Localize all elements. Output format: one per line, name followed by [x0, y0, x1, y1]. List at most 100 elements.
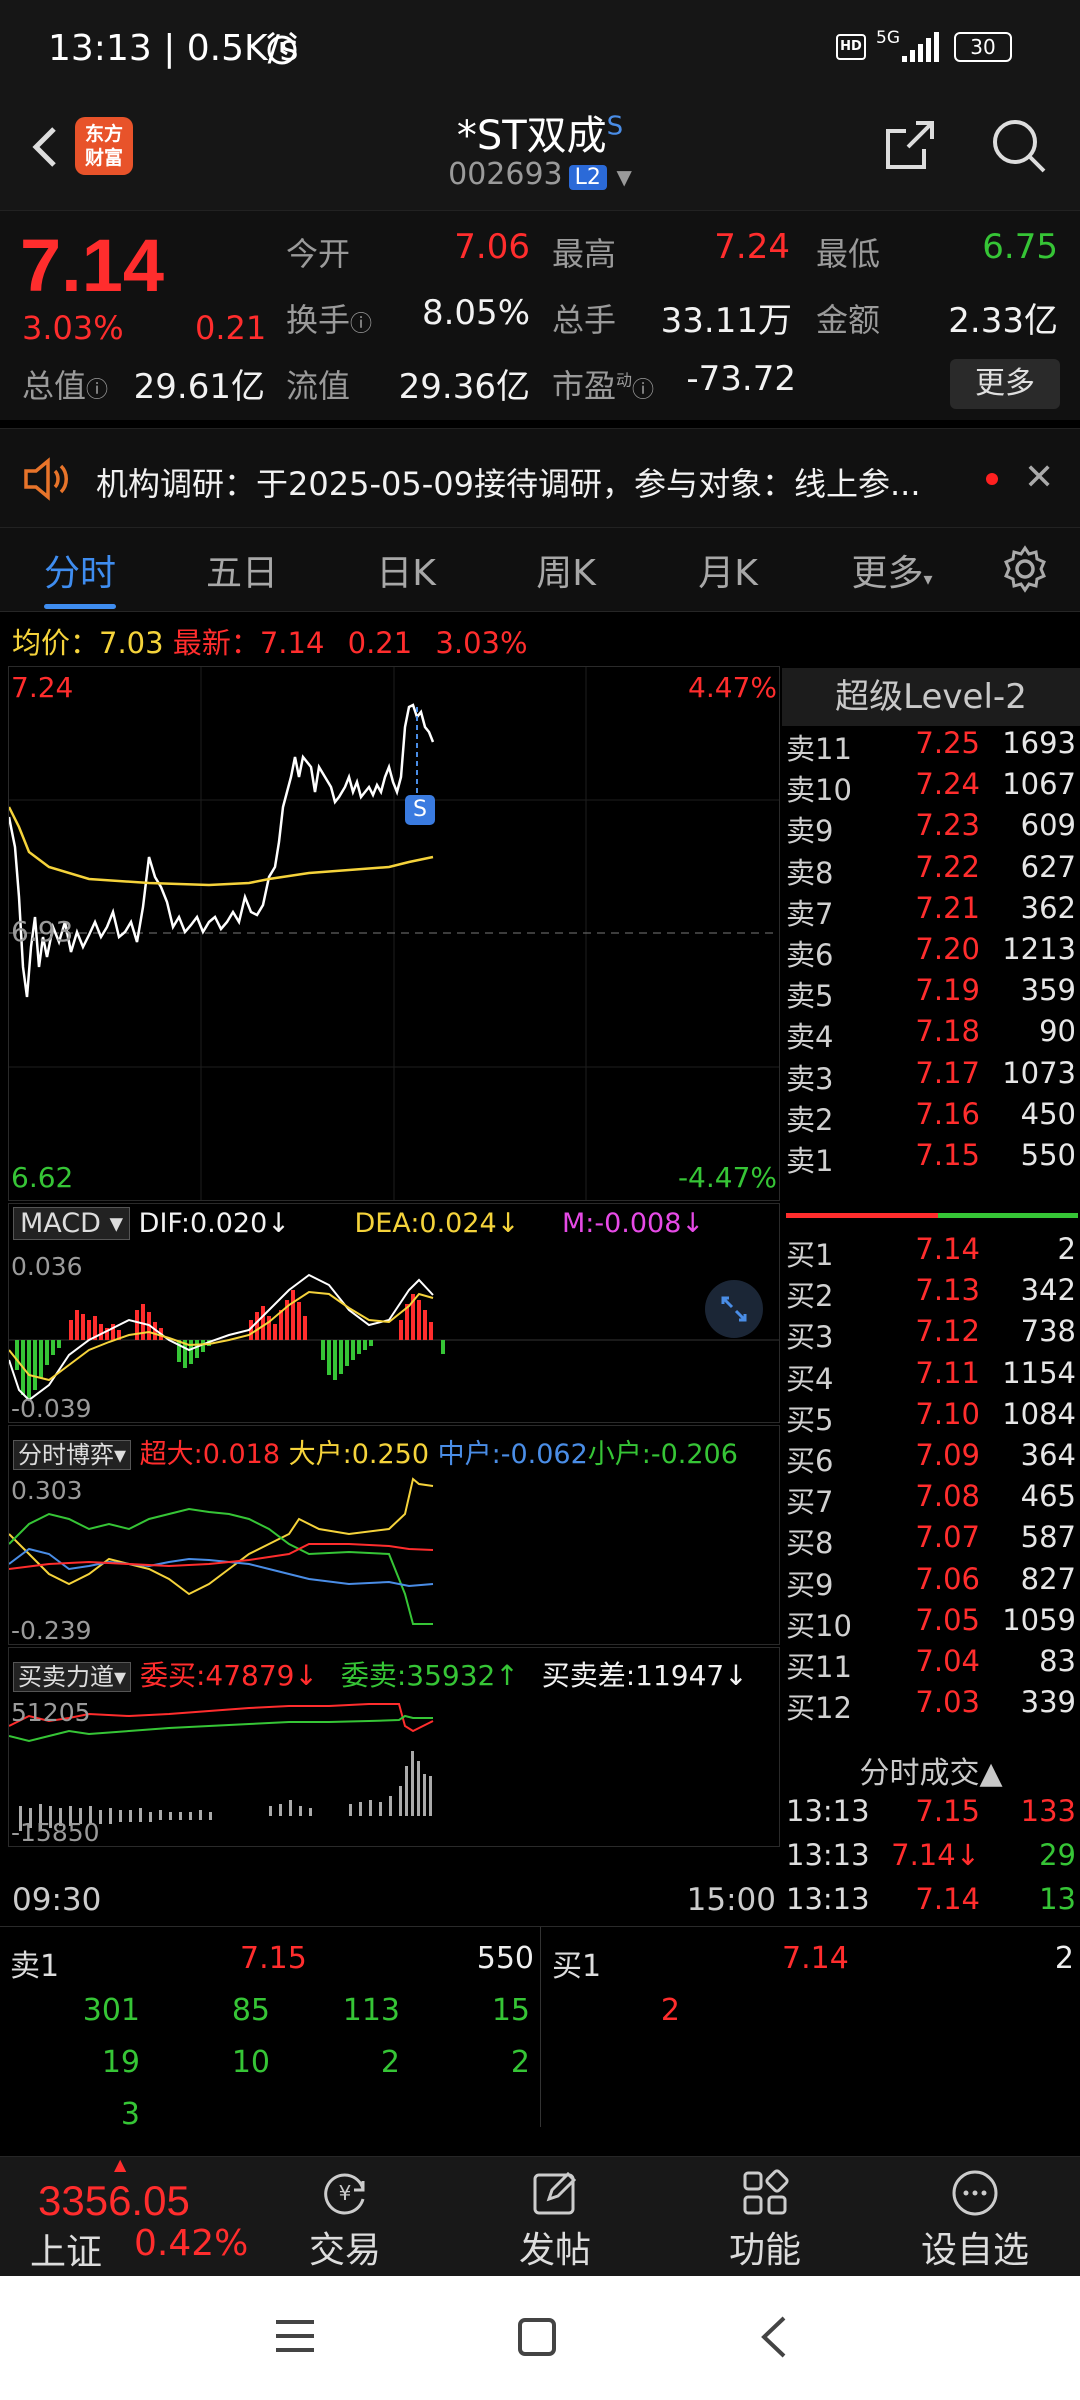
book-volume: 738: [1020, 1314, 1076, 1349]
bid-row[interactable]: 买6 7.09 364: [782, 1438, 1080, 1480]
news-bar[interactable]: 机构调研：于2025-05-09接待调研，参与对象：线上参... ✕: [0, 428, 1080, 528]
menu-button[interactable]: [272, 2316, 318, 2360]
bid-row[interactable]: 买12 7.03 339: [782, 1685, 1080, 1727]
flow-top: 0.303: [11, 1476, 83, 1505]
book-volume: 609: [1020, 808, 1076, 843]
settings-button[interactable]: [1000, 544, 1050, 594]
gear-icon: [1004, 545, 1046, 593]
ask-row[interactable]: 卖5 7.19 359: [782, 973, 1080, 1015]
book-volume: 1059: [1002, 1602, 1076, 1637]
search-button[interactable]: [988, 115, 1050, 177]
nav-add-watchlist[interactable]: 设自选: [910, 2167, 1040, 2273]
index-percent: 0.42%: [134, 2223, 249, 2264]
bid-row[interactable]: 买7 7.08 465: [782, 1479, 1080, 1521]
tab-monthly-k[interactable]: 月K: [658, 544, 798, 596]
fund-flow-panel[interactable]: 分时博弈▾ 超大:0.018 大户:0.250 中户:-0.062小户:-0.2…: [8, 1425, 780, 1645]
ask-row[interactable]: 卖11 7.25 1693: [782, 726, 1080, 768]
order-queue: 卖1 7.15 550 买1 7.14 2 301 85 113 15 19 10 2 2 3 …: [0, 1926, 1080, 2132]
ask-row[interactable]: 卖7 7.21 362: [782, 891, 1080, 933]
book-level-label: 买3: [786, 1320, 834, 1355]
bid-row[interactable]: 买1 7.14 2: [782, 1232, 1080, 1274]
tab-five-day[interactable]: 五日: [172, 544, 312, 596]
ask-row[interactable]: 卖10 7.24 1067: [782, 767, 1080, 809]
fund-flow-selector[interactable]: 分时博弈▾: [13, 1440, 132, 1470]
bid-row[interactable]: 买9 7.06 827: [782, 1562, 1080, 1604]
tab-intraday[interactable]: 分时: [10, 544, 150, 596]
nav-functions[interactable]: 功能: [700, 2167, 830, 2273]
ask-row[interactable]: 卖6 7.20 1213: [782, 932, 1080, 974]
tab-weekly-k[interactable]: 周K: [496, 544, 636, 596]
power-selector[interactable]: 买卖力道▾: [13, 1662, 132, 1692]
book-price: 7.19: [915, 973, 980, 1008]
bid-row[interactable]: 买11 7.04 83: [782, 1644, 1080, 1686]
bid-row[interactable]: 买8 7.07 587: [782, 1520, 1080, 1562]
ask-row[interactable]: 卖2 7.16 450: [782, 1097, 1080, 1139]
grid-icon: [739, 2167, 791, 2219]
mktcap-label-text: 总值: [22, 367, 87, 405]
tab-daily-k[interactable]: 日K: [336, 544, 476, 596]
ask-row[interactable]: 卖1 7.15 550: [782, 1138, 1080, 1180]
book-price: 7.07: [915, 1520, 980, 1555]
ask-row[interactable]: 卖9 7.23 609: [782, 808, 1080, 850]
macd-selector[interactable]: MACD ▾: [13, 1207, 131, 1240]
last-label: 最新：: [172, 626, 260, 660]
y-axis-mid: 6.93: [11, 915, 74, 948]
queue-sell-order: 10: [231, 2045, 270, 2080]
signal-icon: [900, 30, 940, 68]
ask-row[interactable]: 卖4 7.18 90: [782, 1014, 1080, 1056]
battery-icon: 30: [954, 32, 1012, 62]
svg-text:¥: ¥: [339, 2181, 352, 2205]
network-label: 5G: [876, 28, 900, 48]
edit-icon: [529, 2167, 581, 2219]
stock-name-text: *ST双成: [456, 113, 607, 159]
bid-row[interactable]: 买2 7.13 342: [782, 1273, 1080, 1315]
intraday-chart[interactable]: S 7.24 4.47% 6.93 6.62 -4.47%: [8, 666, 780, 1201]
book-volume: 362: [1020, 890, 1076, 925]
nav-functions-label: 功能: [728, 2230, 801, 2271]
bid-row[interactable]: 买4 7.11 1154: [782, 1356, 1080, 1398]
mktcap-label: 总值ⓘ: [22, 361, 108, 407]
tick-volume: 29: [1039, 1838, 1076, 1872]
nav-trade[interactable]: ¥ 交易: [280, 2167, 410, 2273]
ticks-title[interactable]: 分时成交▲: [782, 1748, 1080, 1792]
power-sell: 委卖:35932↑: [340, 1659, 519, 1692]
last-percent: 3.03%: [435, 626, 528, 660]
home-button[interactable]: [516, 2316, 558, 2362]
book-price: 7.22: [915, 849, 980, 884]
avg-value: 7.03: [99, 626, 164, 660]
l2-badge: L2: [568, 165, 607, 190]
chart-area[interactable]: S 7.24 4.47% 6.93 6.62 -4.47% MACD ▾ DIF…: [8, 666, 780, 1936]
macd-panel[interactable]: MACD ▾ DIF:0.020↓ DEA:0.024↓ M:-0.008↓ 0…: [8, 1203, 780, 1423]
sell-marker[interactable]: S: [405, 795, 435, 825]
info-icon: ⓘ: [632, 378, 655, 403]
more-button[interactable]: 更多: [950, 359, 1060, 409]
system-nav-bar: [0, 2276, 1080, 2400]
ask-row[interactable]: 卖3 7.17 1073: [782, 1056, 1080, 1098]
system-back-button[interactable]: [756, 2314, 792, 2364]
bid-row[interactable]: 买5 7.10 1084: [782, 1397, 1080, 1439]
order-book[interactable]: 超级Level-2 卖11 7.25 1693 卖10 7.24 1067 卖9 7.23 60…: [782, 666, 1080, 1926]
book-price: 7.23: [915, 808, 980, 843]
close-icon[interactable]: ✕: [1024, 457, 1054, 498]
speaker-icon: [22, 457, 72, 501]
tab-more[interactable]: 更多▾: [822, 544, 962, 596]
ask-row[interactable]: 卖8 7.22 627: [782, 850, 1080, 892]
volume-value: 33.11万: [660, 301, 792, 341]
power-name: 买卖力道: [18, 1663, 114, 1691]
book-price: 7.10: [915, 1396, 980, 1431]
bid-row[interactable]: 买3 7.12 738: [782, 1314, 1080, 1356]
trade-icon: ¥: [319, 2167, 371, 2219]
order-book-title[interactable]: 超级Level-2: [782, 668, 1080, 726]
book-volume: 342: [1020, 1273, 1076, 1308]
tick-volume: 13: [1039, 1882, 1076, 1916]
unread-dot: [986, 473, 998, 485]
expand-button[interactable]: [705, 1280, 763, 1338]
nav-post[interactable]: 发帖: [490, 2167, 620, 2273]
index-ticker[interactable]: ▲ 3356.05 上证 0.42%: [0, 2155, 250, 2277]
share-button[interactable]: [880, 115, 940, 175]
low-value: 6.75: [982, 227, 1058, 267]
bid-row[interactable]: 买10 7.05 1059: [782, 1603, 1080, 1645]
book-price: 7.13: [915, 1273, 980, 1308]
power-panel[interactable]: 买卖力道▾ 委买:47879↓ 委卖:35932↑ 买卖差:11947↓ 512…: [8, 1647, 780, 1847]
index-value: 3356.05: [38, 2177, 190, 2224]
